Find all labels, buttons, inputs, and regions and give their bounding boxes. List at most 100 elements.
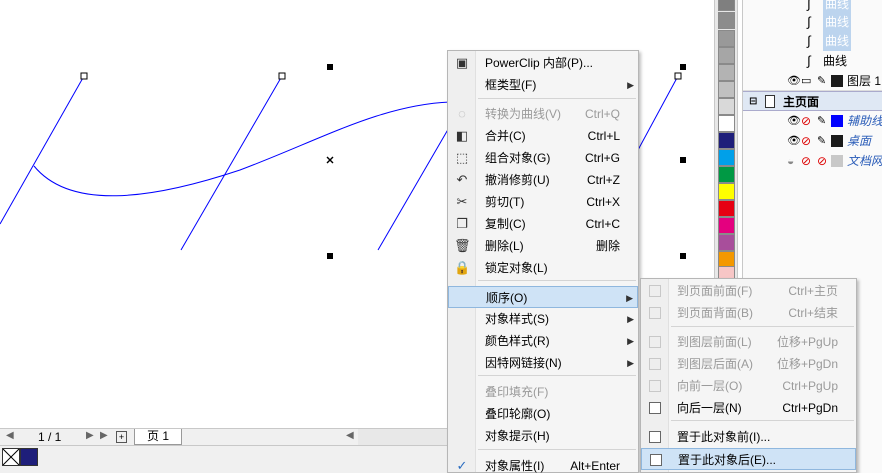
menu-item-label: 转换为曲线(V) bbox=[485, 107, 561, 121]
layer-label: 辅助线 bbox=[847, 114, 882, 128]
no-edit-icon[interactable]: ⊘ bbox=[817, 151, 827, 171]
collapse-icon[interactable]: ⊟ bbox=[749, 92, 757, 110]
menu-item-shortcut: Ctrl+主页 bbox=[788, 284, 838, 298]
eye-icon[interactable]: 👁 bbox=[787, 131, 801, 151]
order-submenu-item[interactable]: 置于此对象前(I)... bbox=[641, 426, 856, 448]
palette-swatch[interactable] bbox=[718, 132, 735, 149]
palette-swatch[interactable] bbox=[718, 47, 735, 64]
context-menu-item[interactable]: 颜色样式(R) ▶ bbox=[448, 330, 638, 352]
palette-swatch[interactable] bbox=[718, 234, 735, 251]
context-menu-item[interactable]: 顺序(O) ▶ bbox=[448, 286, 638, 308]
order-icon bbox=[649, 431, 661, 443]
no-print-icon[interactable]: ⊘ bbox=[801, 151, 811, 171]
eye-icon[interactable]: 👁 bbox=[787, 71, 801, 90]
menu-item-shortcut: Ctrl+Z bbox=[587, 173, 620, 187]
layer-row[interactable]: 👁 ▭ ✎ 图层 1 bbox=[743, 71, 882, 91]
straight-line-4[interactable] bbox=[637, 75, 679, 151]
add-page-icon[interactable]: + bbox=[116, 431, 127, 443]
palette-swatch[interactable] bbox=[718, 217, 735, 234]
menu-item-label: 对象样式(S) bbox=[485, 312, 549, 326]
menu-separator bbox=[478, 375, 636, 376]
palette-swatch[interactable] bbox=[718, 149, 735, 166]
no-fill-swatch[interactable] bbox=[2, 448, 20, 466]
first-page-icon[interactable]: ◀ bbox=[6, 430, 14, 441]
straight-line-2[interactable] bbox=[180, 75, 283, 251]
context-menu-item[interactable]: ✂ 剪切(T) Ctrl+X bbox=[448, 191, 638, 213]
context-menu-item[interactable]: ◧ 合并(C) Ctrl+L bbox=[448, 125, 638, 147]
order-submenu-item[interactable]: 置于此对象后(E)... bbox=[641, 448, 856, 470]
page-navigator: ◀ 1 / 1 ▶ ▶ + 页 1 bbox=[0, 428, 358, 445]
eye-icon[interactable]: 👁 bbox=[787, 111, 801, 131]
curve-item[interactable]: ∫ 曲线 bbox=[743, 12, 882, 32]
palette-swatch[interactable] bbox=[718, 81, 735, 98]
context-menu-item[interactable]: ⬚ 组合对象(G) Ctrl+G bbox=[448, 147, 638, 169]
curve-label: 曲线 bbox=[823, 12, 852, 32]
hidden-eye-icon[interactable]: ◒ bbox=[787, 151, 794, 171]
fill-color-swatch[interactable] bbox=[20, 448, 38, 466]
straight-line-3[interactable] bbox=[377, 125, 451, 251]
no-print-icon[interactable]: ⊘ bbox=[801, 111, 811, 131]
master-page-row[interactable]: ⊟ 主页面 bbox=[743, 91, 882, 111]
horizontal-scrollbar[interactable]: ◀ bbox=[346, 428, 447, 445]
order-submenu-item[interactable]: 向后一层(N) Ctrl+PgDn bbox=[641, 397, 856, 419]
no-print-icon[interactable]: ⊘ bbox=[801, 131, 811, 151]
palette-swatch[interactable] bbox=[718, 115, 735, 132]
layer-label: 桌面 bbox=[847, 134, 872, 148]
palette-swatch[interactable] bbox=[718, 64, 735, 81]
desktop-layer-row[interactable]: 👁 ⊘ ✎ 桌面 bbox=[743, 131, 882, 151]
last-page-icon[interactable]: ▶ bbox=[100, 430, 108, 441]
palette-swatch[interactable] bbox=[718, 166, 735, 183]
next-page-icon[interactable]: ▶ bbox=[86, 430, 94, 441]
menu-item-shortcut: 删除 bbox=[595, 239, 620, 253]
checkmark-icon: ✓ bbox=[456, 458, 468, 473]
palette-swatch[interactable] bbox=[718, 200, 735, 217]
context-menu-item[interactable]: 叠印轮廓(O) bbox=[448, 403, 638, 425]
pen-icon[interactable]: ✎ bbox=[817, 71, 826, 90]
pen-icon[interactable]: ✎ bbox=[817, 111, 826, 131]
scroll-left-icon[interactable]: ◀ bbox=[346, 430, 354, 441]
pen-icon[interactable]: ✎ bbox=[817, 131, 826, 151]
curve-item[interactable]: ∫ 曲线 bbox=[743, 31, 882, 51]
context-menu-item[interactable]: 对象提示(H) bbox=[448, 425, 638, 447]
combine-icon: ◧ bbox=[455, 128, 469, 143]
palette-swatch[interactable] bbox=[718, 30, 735, 47]
node-handle[interactable] bbox=[80, 72, 88, 80]
selection-handle[interactable] bbox=[327, 253, 333, 259]
context-menu-item[interactable]: 对象样式(S) ▶ bbox=[448, 308, 638, 330]
context-menu-item[interactable]: 🔒 锁定对象(L) bbox=[448, 257, 638, 279]
context-menu-item[interactable]: 因特网链接(N) ▶ bbox=[448, 352, 638, 374]
selection-handle[interactable] bbox=[680, 64, 686, 70]
grid-layer-row[interactable]: ◒ ⊘ ⊘ 文档网格 bbox=[743, 151, 882, 171]
guides-layer-row[interactable]: 👁 ⊘ ✎ 辅助线 bbox=[743, 111, 882, 131]
selection-handle[interactable] bbox=[680, 157, 686, 163]
palette-swatch[interactable] bbox=[718, 183, 735, 200]
menu-item-shortcut: Ctrl+PgUp bbox=[782, 379, 838, 393]
page-tab[interactable]: 页 1 bbox=[134, 429, 183, 445]
context-menu-item[interactable]: ❐ 复制(C) Ctrl+C bbox=[448, 213, 638, 235]
layer-color-swatch bbox=[831, 75, 843, 87]
palette-swatch[interactable] bbox=[718, 12, 735, 29]
status-bar bbox=[0, 445, 447, 473]
palette-swatch[interactable] bbox=[718, 98, 735, 115]
context-menu-item[interactable]: ✓ 对象属性(I) Alt+Enter bbox=[448, 455, 638, 473]
curve-icon: ∫ bbox=[807, 14, 811, 29]
straight-line-1[interactable] bbox=[0, 75, 85, 225]
menu-item-label: 到图层前面(L) bbox=[677, 335, 752, 349]
print-icon[interactable]: ▭ bbox=[801, 71, 811, 90]
menu-item-shortcut: Ctrl+结束 bbox=[788, 306, 838, 320]
node-handle[interactable] bbox=[278, 72, 286, 80]
menu-item-shortcut: 位移+PgUp bbox=[776, 335, 838, 349]
wave-curve[interactable] bbox=[33, 101, 451, 197]
context-menu-item[interactable]: 🗑 删除(L) 删除 bbox=[448, 235, 638, 257]
selection-handle[interactable] bbox=[680, 253, 686, 259]
palette-swatch[interactable] bbox=[718, 0, 735, 11]
context-menu-item[interactable]: 框类型(F) ▶ bbox=[448, 74, 638, 96]
node-handle[interactable] bbox=[674, 72, 682, 80]
selection-handle[interactable] bbox=[327, 64, 333, 70]
layer-color-swatch bbox=[831, 155, 843, 167]
menu-item-label: 置于此对象前(I)... bbox=[677, 430, 771, 444]
curve-item[interactable]: ∫ 曲线 bbox=[743, 51, 882, 71]
menu-item-label: 框类型(F) bbox=[485, 78, 537, 92]
context-menu-item[interactable]: ▣ PowerClip 内部(P)... bbox=[448, 52, 638, 74]
context-menu-item[interactable]: ↶ 撤消修剪(U) Ctrl+Z bbox=[448, 169, 638, 191]
